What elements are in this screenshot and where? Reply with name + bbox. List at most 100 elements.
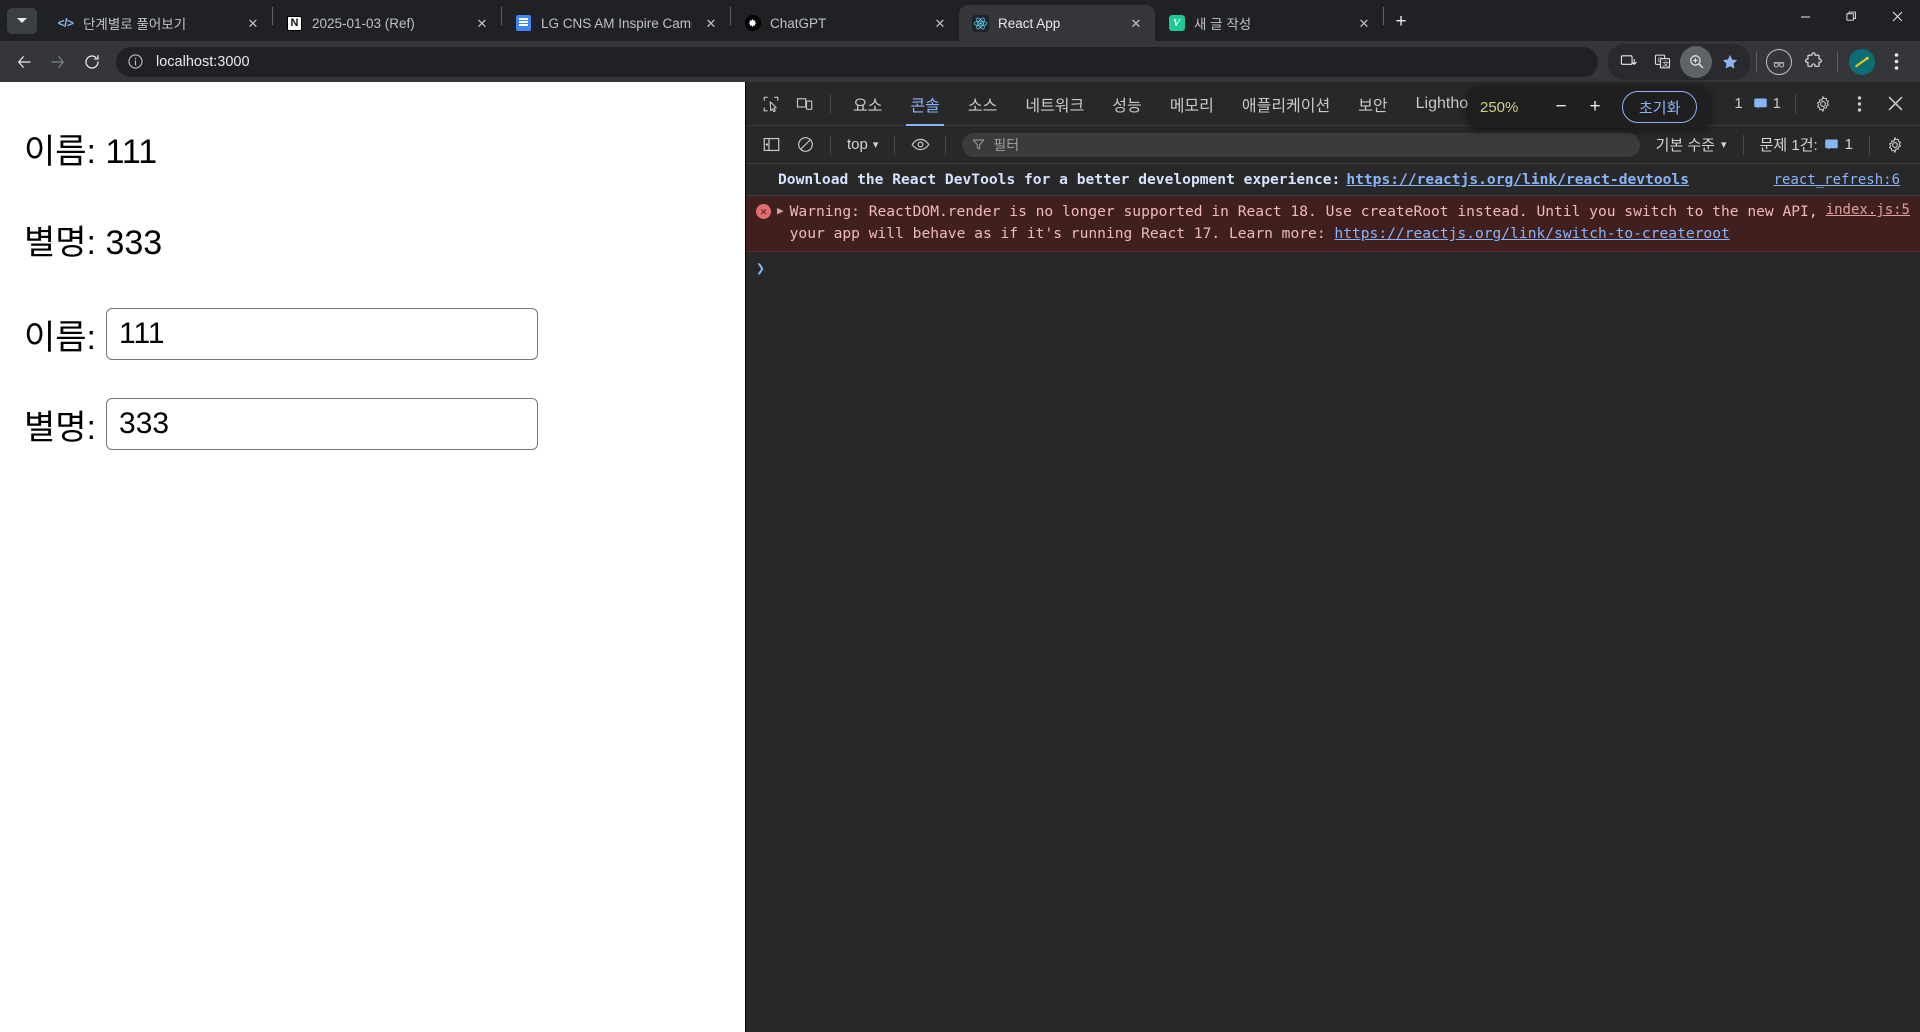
- install-app-icon[interactable]: [1612, 46, 1644, 78]
- console-error-source[interactable]: index.js:5: [1826, 202, 1910, 218]
- nickname-input[interactable]: [106, 398, 539, 450]
- forward-button[interactable]: [42, 46, 74, 78]
- devtools-tab-elements[interactable]: 요소: [839, 82, 896, 126]
- prompt-chevron-icon: ❯: [756, 259, 766, 278]
- message-count-badge[interactable]: 1: [1749, 95, 1785, 112]
- console-error-link[interactable]: https://reactjs.org/link/switch-to-creat…: [1334, 225, 1729, 242]
- console-message-link[interactable]: https://reactjs.org/link/react-devtools: [1346, 169, 1689, 190]
- close-icon[interactable]: [1878, 87, 1912, 121]
- name-paragraph: 이름: 111: [24, 133, 158, 171]
- devtools-tab-network[interactable]: 네트워크: [1011, 82, 1098, 126]
- minimize-button[interactable]: [1782, 0, 1828, 33]
- browser-tab[interactable]: ✸ ChatGPT ✕: [731, 5, 959, 41]
- google-docs-icon: [515, 15, 532, 32]
- message-icon: [1753, 98, 1767, 109]
- live-expression-icon[interactable]: [903, 128, 937, 162]
- back-button[interactable]: [8, 46, 40, 78]
- chatgpt-icon: ✸: [744, 15, 761, 32]
- clear-console-icon[interactable]: [788, 128, 822, 162]
- filter-icon: [973, 139, 985, 150]
- close-icon[interactable]: ✕: [701, 13, 721, 33]
- user-avatar: [1849, 48, 1875, 75]
- console-error-body: Warning: ReactDOM.render is no longer su…: [790, 201, 1820, 245]
- zoom-magnifier-icon[interactable]: [1680, 45, 1712, 78]
- reload-button[interactable]: [76, 46, 108, 78]
- issues-count: 1: [1844, 136, 1853, 153]
- viewport: 이름: 111 별명: 333 이름: 별명: 요소: [0, 82, 1920, 1032]
- issues-indicator[interactable]: 문제 1건: 1: [1752, 134, 1861, 155]
- console-filter-input[interactable]: 필터: [962, 132, 1640, 157]
- zoom-reset-button[interactable]: 초기화: [1622, 91, 1698, 123]
- tab-strip: </> 단계별로 풀어보기 ✕ N 2025-01-03 (Ref) ✕ LG …: [0, 0, 1920, 41]
- console-level-selector[interactable]: 기본 수준 ▾: [1648, 134, 1735, 155]
- chevron-down-icon: [17, 18, 27, 23]
- error-icon: ✕: [756, 204, 771, 220]
- devtools-tab-security[interactable]: 보안: [1344, 82, 1401, 126]
- name-input[interactable]: [106, 308, 539, 360]
- browser-tab[interactable]: LG CNS AM Inspire Camp - Go ✕: [502, 5, 730, 41]
- devtools-tab-bar: 요소 콘솔 소스 네트워크 성능 메모리 애플리케이션 보안 Lighthous…: [746, 82, 1920, 128]
- zoom-in-button[interactable]: +: [1578, 90, 1612, 124]
- avatar-icon[interactable]: [1846, 46, 1878, 78]
- issues-message-icon: [1824, 139, 1838, 150]
- console-separator-2: [894, 134, 896, 155]
- console-prompt[interactable]: ❯: [746, 252, 1920, 284]
- warning-count: 1: [1734, 95, 1743, 112]
- three-dot-menu-icon[interactable]: [1842, 87, 1876, 121]
- browser-tab[interactable]: N 2025-01-03 (Ref) ✕: [273, 5, 501, 41]
- close-icon[interactable]: ✕: [243, 13, 263, 33]
- toolbar-divider-2: [1837, 51, 1838, 72]
- close-icon[interactable]: ✕: [1354, 13, 1374, 33]
- console-separator-3: [945, 134, 947, 155]
- info-circle-icon[interactable]: [124, 51, 146, 73]
- address-bar[interactable]: localhost:3000: [116, 46, 1598, 77]
- issues-label: 문제 1건:: [1759, 137, 1818, 154]
- browser-tab[interactable]: V 새 글 작성 ✕: [1155, 5, 1383, 41]
- omnibox-action-pill: G文: [1608, 43, 1750, 80]
- expand-arrow-icon[interactable]: ▶: [777, 204, 784, 217]
- devtools-tab-console[interactable]: 콘솔: [896, 82, 953, 126]
- tab-list-button[interactable]: [7, 7, 37, 34]
- close-icon[interactable]: ✕: [1126, 13, 1146, 33]
- device-toolbar-icon[interactable]: [788, 87, 822, 121]
- console-message-error[interactable]: ✕ ▶ Warning: ReactDOM.render is no longe…: [746, 196, 1920, 253]
- window-controls: [1782, 0, 1920, 41]
- devtools-tab-performance[interactable]: 성능: [1098, 82, 1155, 126]
- puzzle-icon[interactable]: [1797, 46, 1829, 78]
- console-sidebar-icon[interactable]: [754, 128, 788, 162]
- browser-tab[interactable]: </> 단계별로 풀어보기 ✕: [44, 5, 272, 41]
- tab-title: 2025-01-03 (Ref): [312, 15, 415, 31]
- web-page-content: 이름: 111 별명: 333 이름: 별명:: [0, 82, 745, 1032]
- message-count: 1: [1772, 95, 1781, 112]
- close-button[interactable]: [1874, 0, 1920, 33]
- nickname-field-label: 별명:: [24, 408, 97, 447]
- close-icon[interactable]: ✕: [472, 13, 492, 33]
- react-logo-icon: [973, 17, 988, 29]
- gear-icon[interactable]: [1878, 128, 1912, 162]
- devtools-tab-application[interactable]: 애플리케이션: [1228, 82, 1344, 126]
- devtools-panel: 요소 콘솔 소스 네트워크 성능 메모리 애플리케이션 보안 Lighthous…: [745, 82, 1920, 1032]
- devtools-tab-memory[interactable]: 메모리: [1156, 82, 1228, 126]
- velog-icon: V: [1168, 15, 1185, 32]
- maximize-button[interactable]: [1828, 0, 1874, 33]
- browser-tab-active[interactable]: React App ✕: [959, 5, 1155, 41]
- browser-toolbar: localhost:3000 G文: [0, 41, 1920, 82]
- translate-icon[interactable]: G文: [1646, 46, 1678, 78]
- execution-context-value: top: [847, 136, 868, 153]
- star-icon[interactable]: [1714, 46, 1746, 78]
- browser-window: </> 단계별로 풀어보기 ✕ N 2025-01-03 (Ref) ✕ LG …: [0, 0, 1920, 1032]
- execution-context-selector[interactable]: top ▾: [839, 136, 886, 153]
- gear-icon[interactable]: [1806, 87, 1840, 121]
- console-level-value: 기본 수준: [1655, 137, 1716, 154]
- tab-title: 새 글 작성: [1194, 17, 1252, 32]
- console-message-info[interactable]: Download the React DevTools for a better…: [746, 164, 1920, 197]
- three-dot-menu-icon[interactable]: [1880, 46, 1912, 78]
- profile-icon[interactable]: [1763, 46, 1795, 78]
- inspect-element-icon[interactable]: [754, 87, 788, 121]
- console-message-source[interactable]: react_refresh:6: [1774, 170, 1910, 190]
- zoom-out-button[interactable]: −: [1544, 90, 1578, 124]
- close-icon[interactable]: ✕: [930, 13, 950, 33]
- devtools-tab-sources[interactable]: 소스: [954, 82, 1011, 126]
- nickname-field-row: 별명:: [0, 398, 745, 450]
- new-tab-button[interactable]: +: [1384, 5, 1418, 39]
